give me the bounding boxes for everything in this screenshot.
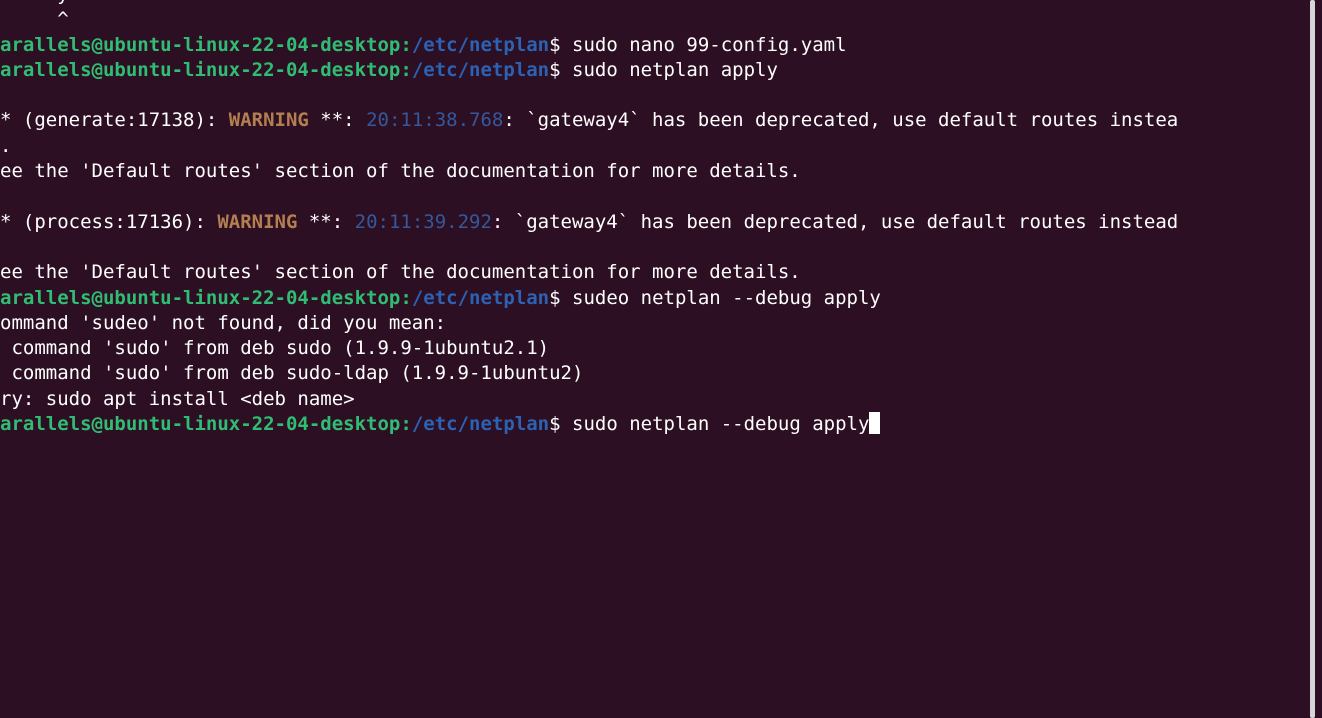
prompt-path: /etc/netplan xyxy=(411,33,550,56)
prompt-line: arallels@ubuntu-linux-22-04-desktop:/etc… xyxy=(0,33,1178,58)
prompt-user: arallels@ubuntu-linux-22-04-desktop xyxy=(0,286,401,309)
command-text: sudo nano 99-config.yaml xyxy=(572,33,847,56)
warning-prefix: * (generate:17138): xyxy=(0,109,229,132)
terminal-window[interactable]: i y ^ arallels@ubuntu-linux-22-04-deskto… xyxy=(0,0,1308,718)
info-text: ee the 'Default routes' section of the d… xyxy=(0,160,801,183)
prompt-line: arallels@ubuntu-linux-22-04-desktop:/etc… xyxy=(0,58,1178,83)
prompt-line: arallels@ubuntu-linux-22-04-desktop:/etc… xyxy=(0,286,1178,311)
warning-timestamp: 20:11:39.292 xyxy=(354,210,492,233)
warning-line-generate: * (generate:17138): WARNING **: 20:11:38… xyxy=(0,108,1178,133)
warning-separator: **: xyxy=(308,109,367,132)
output-line-partial: i y xyxy=(0,0,1178,7)
prompt-user: arallels@ubuntu-linux-22-04-desktop xyxy=(0,413,401,436)
prompt-symbol: $ xyxy=(549,58,572,81)
warning-line-process: * (process:17136): WARNING **: 20:11:39.… xyxy=(0,210,1178,235)
hint-text: ry: sudo apt install <deb name> xyxy=(0,387,355,410)
suggestion-line: command 'sudo' from deb sudo-ldap (1.9.9… xyxy=(0,361,1178,386)
suggestion-line: command 'sudo' from deb sudo (1.9.9-1ubu… xyxy=(0,336,1178,361)
hint-line: ry: sudo apt install <deb name> xyxy=(0,387,1178,412)
command-text: sudeo netplan --debug apply xyxy=(572,286,881,309)
warning-separator: **: xyxy=(297,210,355,233)
prompt-path: /etc/netplan xyxy=(411,286,550,309)
prompt-user: arallels@ubuntu-linux-22-04-desktop xyxy=(0,58,401,81)
prompt-path: /etc/netplan xyxy=(411,413,550,436)
prompt-colon: : xyxy=(400,33,412,56)
command-text: sudo netplan apply xyxy=(572,58,778,81)
warning-label: WARNING xyxy=(217,210,298,233)
prompt-user: arallels@ubuntu-linux-22-04-desktop xyxy=(0,33,401,56)
scrollbar[interactable] xyxy=(1308,0,1322,718)
partial-text: i y xyxy=(0,0,69,5)
prompt-colon: : xyxy=(400,58,412,81)
warning-message: : `gateway4` has been deprecated, use de… xyxy=(503,109,1179,132)
text-cursor xyxy=(869,412,881,435)
info-line: ee the 'Default routes' section of the d… xyxy=(0,159,1178,184)
wrap-line: . xyxy=(0,134,1178,159)
prompt-symbol: $ xyxy=(549,33,572,56)
warning-message: : `gateway4` has been deprecated, use de… xyxy=(491,210,1179,233)
warning-timestamp: 20:11:38.768 xyxy=(366,109,504,132)
command-input[interactable]: sudo netplan --debug apply xyxy=(572,413,869,435)
terminal-output: i y ^ arallels@ubuntu-linux-22-04-deskto… xyxy=(0,0,1178,437)
suggestion-text: command 'sudo' from deb sudo-ldap (1.9.9… xyxy=(0,362,584,385)
caret-text: ^ xyxy=(0,8,69,31)
warning-prefix: * (process:17136): xyxy=(0,210,218,233)
output-line-caret: ^ xyxy=(0,7,1178,32)
wrap-text: . xyxy=(0,134,12,157)
prompt-colon: : xyxy=(400,286,412,309)
prompt-colon: : xyxy=(400,413,412,436)
info-line: ee the 'Default routes' section of the d… xyxy=(0,260,1178,285)
warning-label: WARNING xyxy=(228,109,309,132)
prompt-path: /etc/netplan xyxy=(411,58,550,81)
error-text: ommand 'sudeo' not found, did you mean: xyxy=(0,311,447,334)
prompt-symbol: $ xyxy=(549,286,572,309)
error-line: ommand 'sudeo' not found, did you mean: xyxy=(0,311,1178,336)
prompt-symbol: $ xyxy=(549,413,572,436)
info-text: ee the 'Default routes' section of the d… xyxy=(0,261,801,284)
scrollbar-thumb[interactable] xyxy=(1310,0,1315,718)
suggestion-text: command 'sudo' from deb sudo (1.9.9-1ubu… xyxy=(0,337,550,360)
active-prompt-line[interactable]: arallels@ubuntu-linux-22-04-desktop:/etc… xyxy=(0,412,1178,437)
